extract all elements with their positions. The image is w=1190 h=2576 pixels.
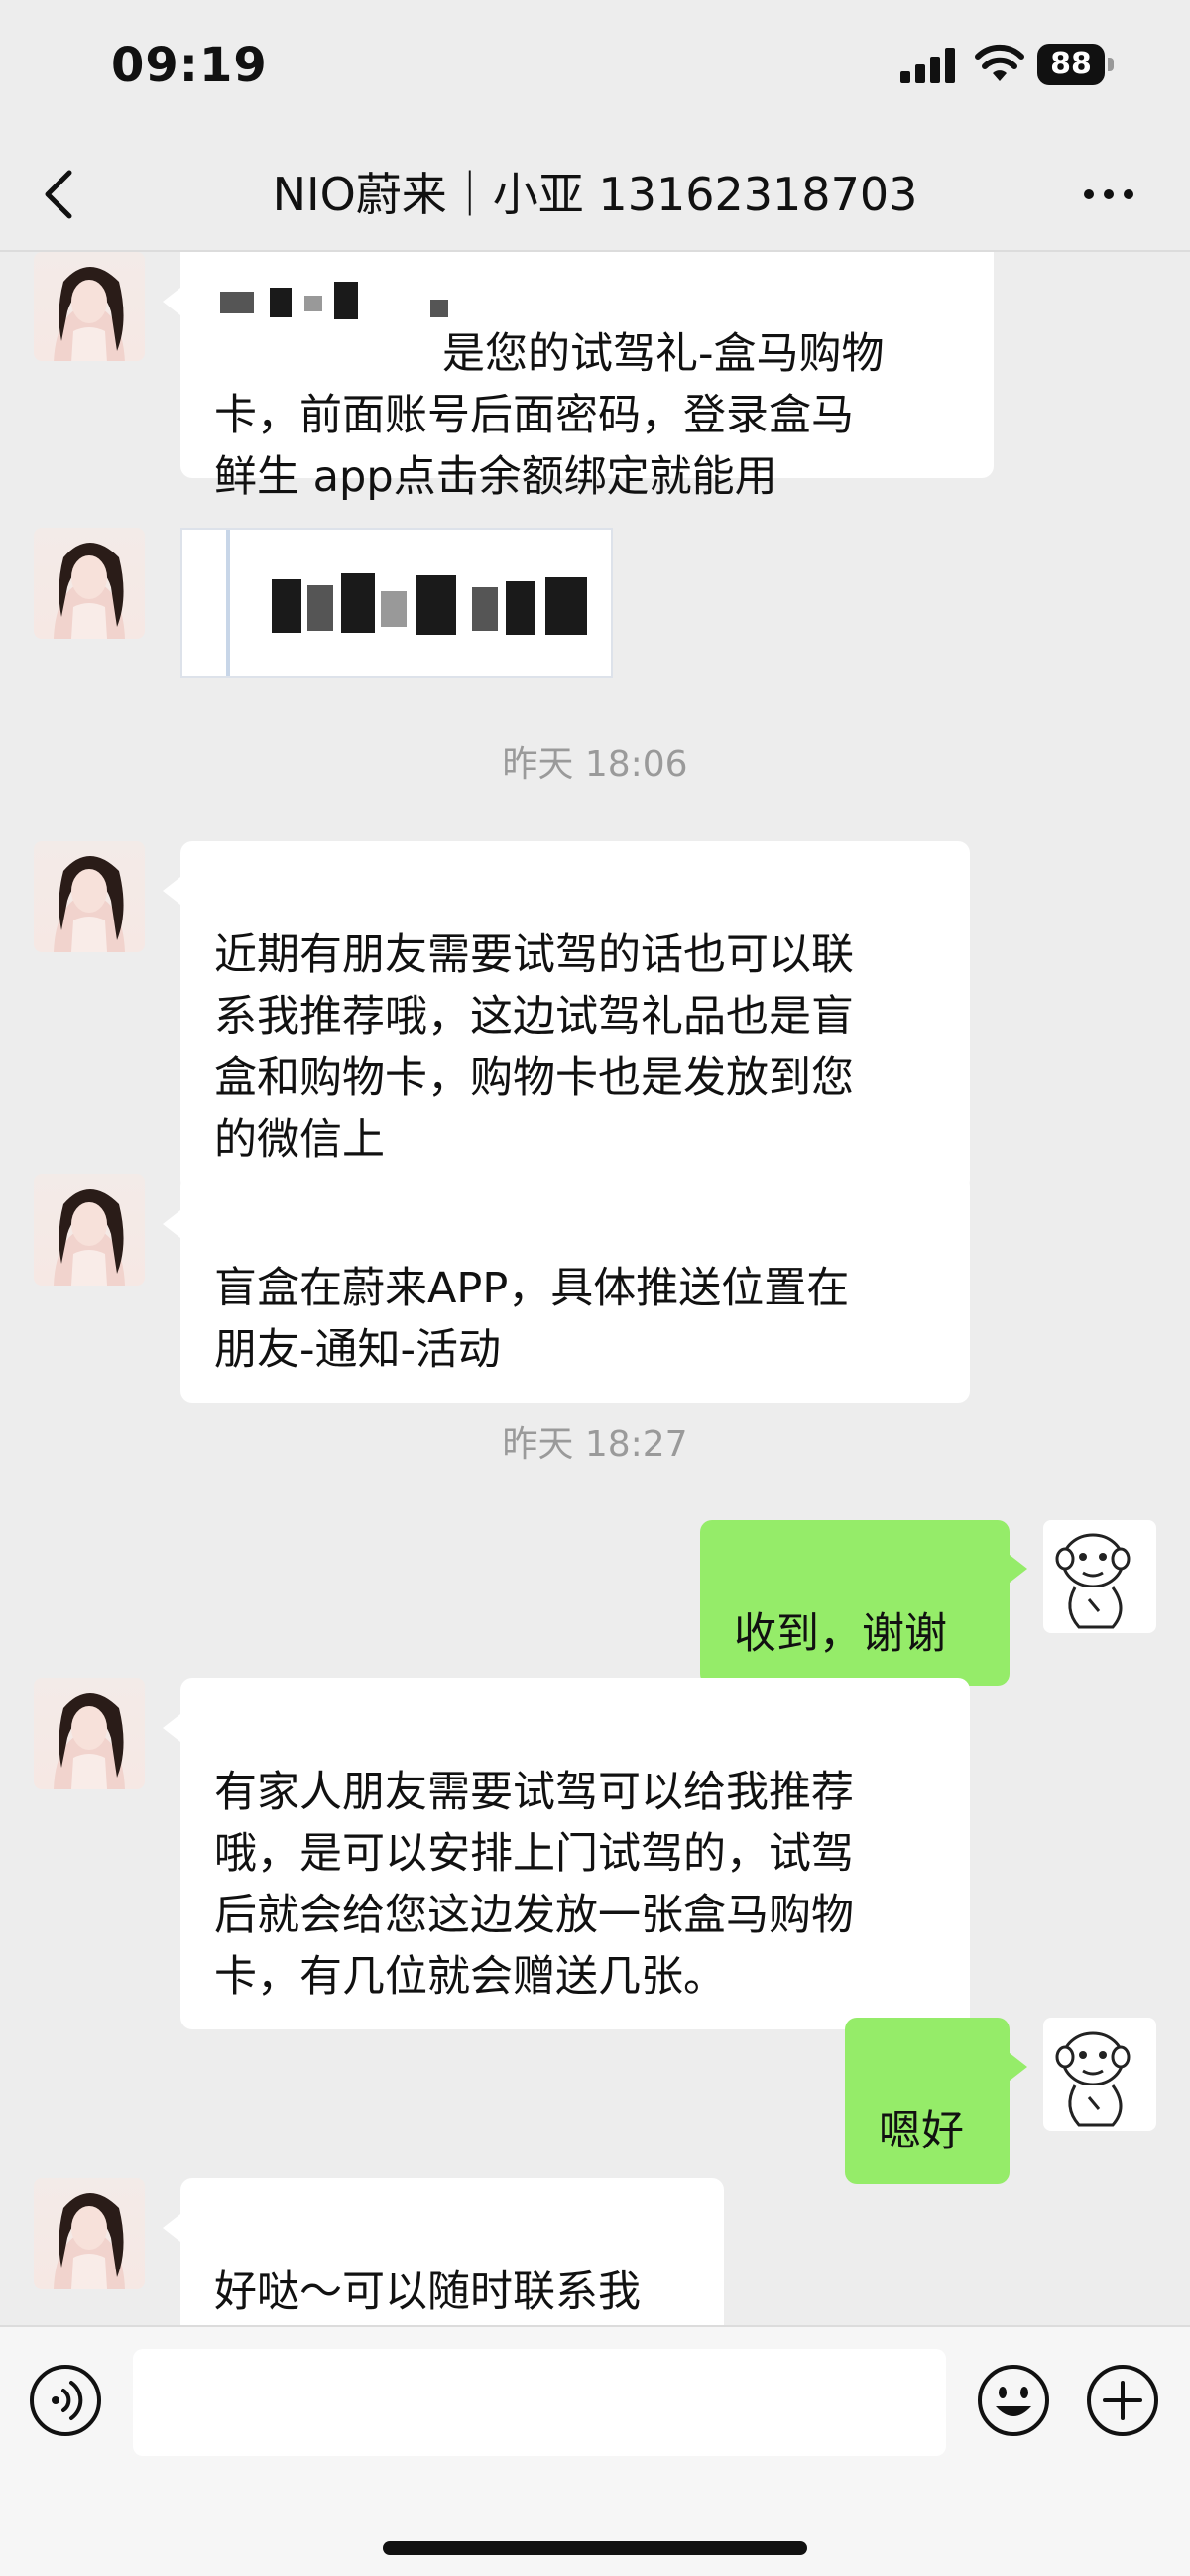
contact-avatar[interactable] bbox=[34, 252, 145, 361]
message-bubble[interactable]: 近期有朋友需要试驾的话也可以联 系我推荐哦，这边试驾礼品也是盲 盒和购物卡，购物… bbox=[163, 841, 970, 1192]
more-icon[interactable] bbox=[1081, 183, 1136, 206]
message-text: 嗯好 bbox=[879, 2107, 964, 2156]
home-indicator bbox=[383, 2541, 807, 2555]
chat-header: NIO蔚来｜小亚 13162318703 bbox=[0, 139, 1190, 252]
plus-icon[interactable] bbox=[1085, 2363, 1160, 2438]
message-bubble[interactable]: 有家人朋友需要试驾可以给我推荐 哦，是可以安排上门试驾的，试驾 后就会给您这边发… bbox=[163, 1678, 970, 2029]
message-bubble[interactable]: 盲盒在蔚来APP，具体推送位置在 朋友-通知-活动 bbox=[163, 1174, 970, 1403]
status-time: 09:19 bbox=[111, 38, 268, 93]
contact-avatar[interactable] bbox=[34, 1678, 145, 1789]
time-divider: 昨天 18:06 bbox=[502, 744, 688, 785]
outgoing-message-bubble[interactable]: 嗯好 bbox=[845, 2018, 1027, 2184]
outgoing-message-bubble[interactable]: 收到，谢谢 bbox=[700, 1520, 1027, 1686]
my-avatar[interactable] bbox=[1043, 1520, 1156, 1633]
message-text: 是您的试驾礼-盒马购物 卡，前面账号后面密码，登录盒马 鲜生 app点击余额绑定… bbox=[214, 329, 885, 502]
input-bar bbox=[0, 2325, 1190, 2576]
status-bar: 09:19 88 bbox=[0, 0, 1190, 139]
signal-icon bbox=[900, 48, 955, 83]
message-bubble[interactable]: 是您的试驾礼-盒马购物 卡，前面账号后面密码，登录盒马 鲜生 app点击余额绑定… bbox=[163, 252, 994, 502]
contact-avatar[interactable] bbox=[34, 528, 145, 639]
message-text: 收到，谢谢 bbox=[734, 1609, 947, 1658]
image-message[interactable] bbox=[180, 528, 613, 678]
message-text: 近期有朋友需要试驾的话也可以联 系我推荐哦，这边试驾礼品也是盲 盒和购物卡，购物… bbox=[214, 930, 854, 1165]
message-text: 有家人朋友需要试驾可以给我推荐 哦，是可以安排上门试驾的，试驾 后就会给您这边发… bbox=[214, 1768, 854, 2002]
message-text: 盲盒在蔚来APP，具体推送位置在 朋友-通知-活动 bbox=[214, 1264, 850, 1375]
message-bubble[interactable]: 好哒～可以随时联系我 bbox=[163, 2178, 724, 2345]
message-input[interactable] bbox=[133, 2349, 946, 2456]
contact-avatar[interactable] bbox=[34, 2178, 145, 2289]
emoji-icon[interactable] bbox=[976, 2363, 1051, 2438]
my-avatar[interactable] bbox=[1043, 2018, 1156, 2131]
contact-avatar[interactable] bbox=[34, 841, 145, 952]
time-divider: 昨天 18:27 bbox=[502, 1424, 688, 1465]
battery-level: 88 bbox=[1050, 47, 1092, 81]
back-icon[interactable] bbox=[40, 169, 79, 220]
message-text: 好哒～可以随时联系我 bbox=[214, 2268, 641, 2317]
wifi-icon bbox=[975, 44, 1024, 81]
chat-area[interactable]: 是您的试驾礼-盒马购物 卡，前面账号后面密码，登录盒马 鲜生 app点击余额绑定… bbox=[0, 252, 1190, 2345]
battery-icon: 88 bbox=[1037, 44, 1117, 87]
contact-avatar[interactable] bbox=[34, 1174, 145, 1286]
voice-icon[interactable] bbox=[28, 2363, 103, 2438]
chat-title: NIO蔚来｜小亚 13162318703 bbox=[272, 168, 918, 221]
